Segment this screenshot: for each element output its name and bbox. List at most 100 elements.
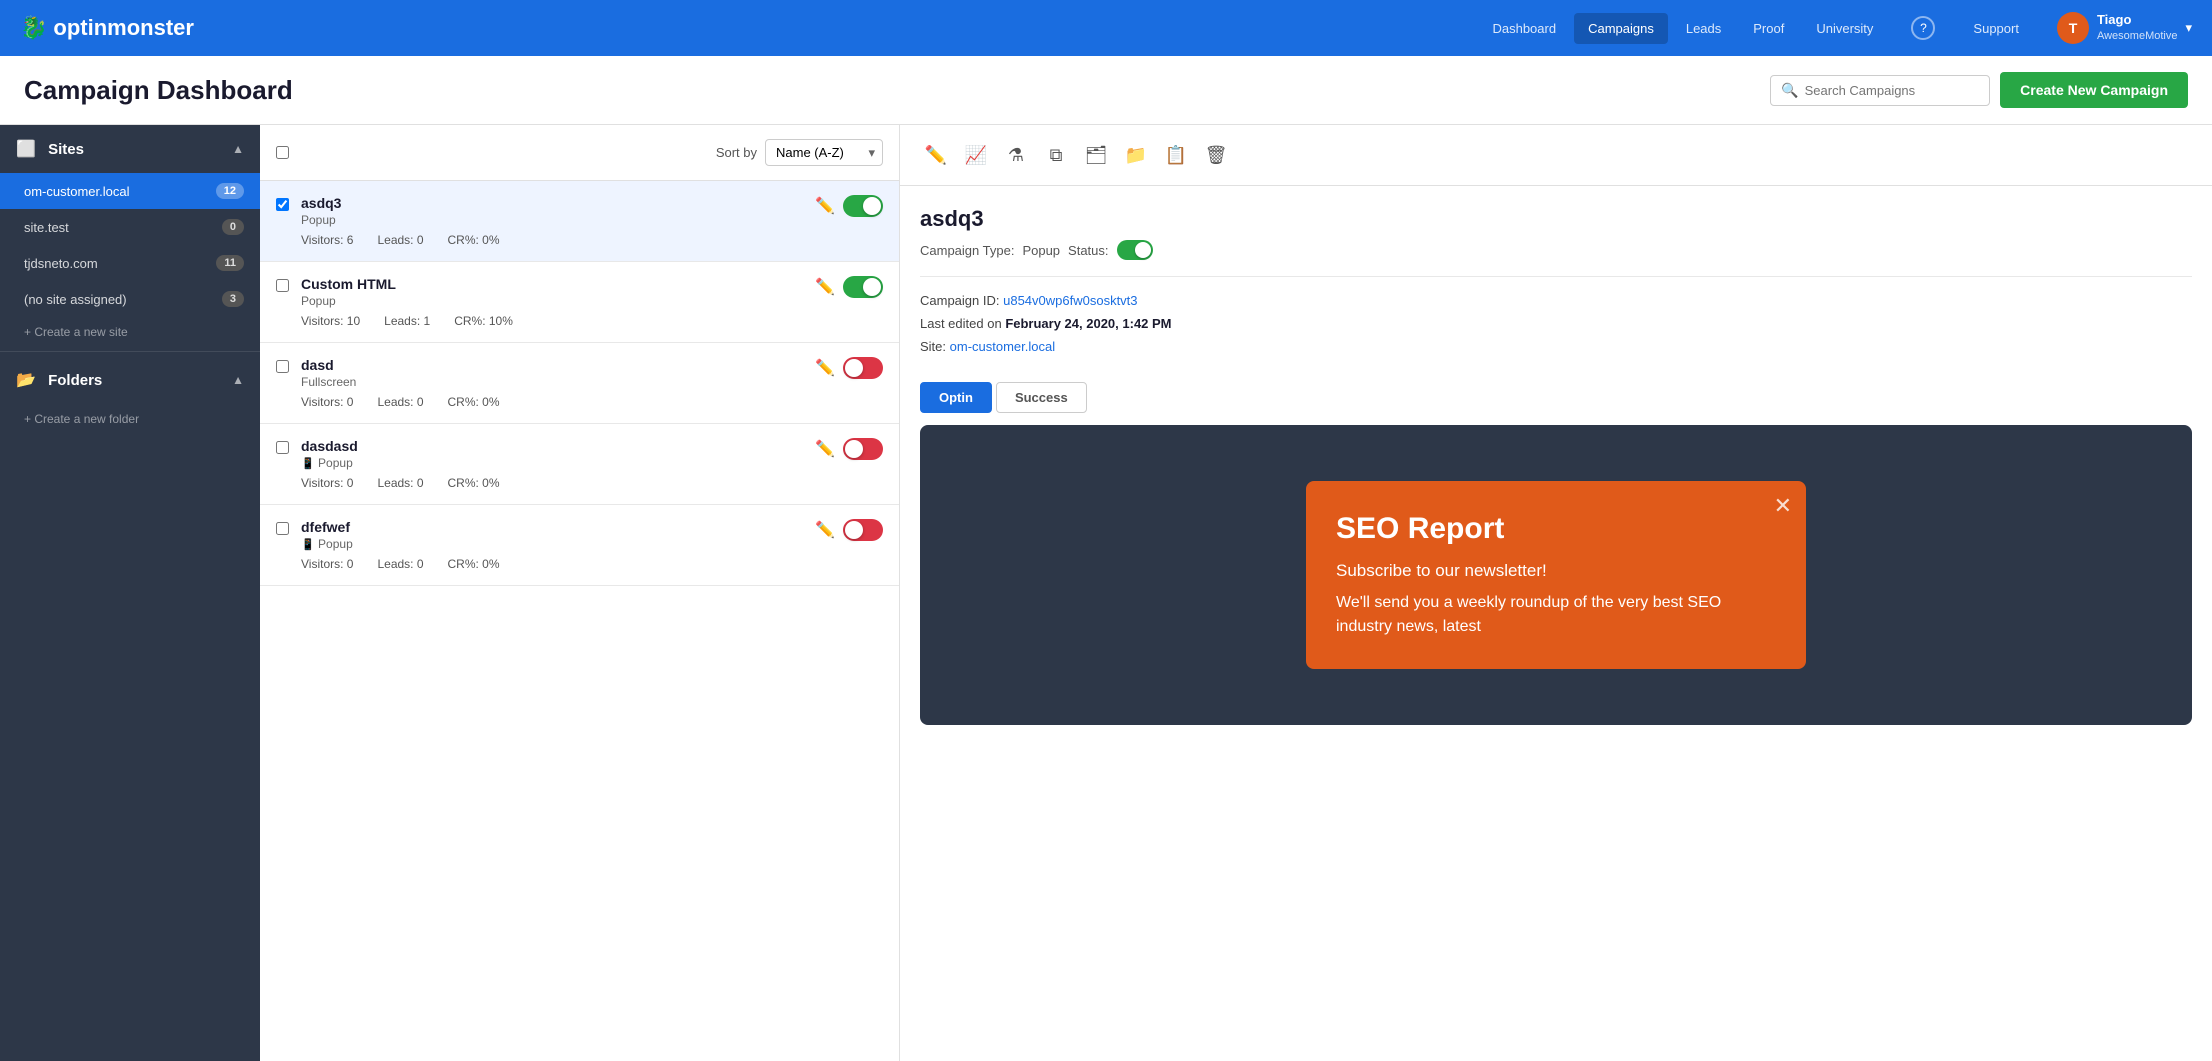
campaign-info: Custom HTML Popup Visitors: 10 Leads: 1 … [301, 276, 803, 328]
folders-label: Folders [48, 372, 102, 389]
detail-id-field: Campaign ID: u854v0wp6fw0sosktvt3 [920, 293, 2192, 308]
create-site-link[interactable]: + Create a new site [0, 317, 260, 347]
toggle-knob [845, 521, 863, 539]
campaign-toggle[interactable] [843, 519, 883, 541]
sidebar-item-site_test[interactable]: site.test0 [0, 209, 260, 245]
campaign-row[interactable]: asdq3 Popup Visitors: 6 Leads: 0 CR%: 0%… [260, 181, 899, 262]
preview-tabs: Optin Success [900, 382, 2212, 425]
archive-toolbar-icon[interactable]: 🗂 [1080, 139, 1112, 171]
search-input[interactable] [1805, 83, 1980, 98]
delete-toolbar-icon[interactable]: 🗑 [1200, 139, 1232, 171]
nav-link-campaigns[interactable]: Campaigns [1574, 13, 1668, 44]
folders-section-header[interactable]: 📂 Folders ▲ [0, 356, 260, 404]
sort-select[interactable]: Name (A-Z) Name (Z-A) Date Created Last … [765, 139, 883, 166]
analytics-toolbar-icon[interactable]: 📈 [960, 139, 992, 171]
campaign-edit-icon[interactable]: ✏️ [815, 358, 835, 378]
campaign-toggle[interactable] [843, 438, 883, 460]
sidebar-item-om_customer_local[interactable]: om-customer.local12 [0, 173, 260, 209]
detail-id-label: Campaign ID: [920, 293, 999, 308]
sidebar: ⬜ Sites ▲ om-customer.local12site.test0t… [0, 125, 260, 1061]
nav-links: DashboardCampaignsLeadsProofUniversity [1478, 13, 1887, 44]
move-toolbar-icon[interactable]: 📁 [1120, 139, 1152, 171]
detail-id-link[interactable]: u854v0wp6fw0sosktvt3 [1003, 293, 1137, 308]
detail-toolbar: ✏️📈⚗⧉🗂📁📋🗑 [900, 125, 2212, 186]
campaign-checkbox[interactable] [276, 360, 289, 373]
support-link[interactable]: Support [1959, 13, 2033, 44]
sites-label: Sites [48, 141, 84, 158]
edit-toolbar-icon[interactable]: ✏️ [920, 139, 952, 171]
preview-close-icon[interactable]: ✕ [1774, 493, 1792, 519]
sidebar-item-_no_site_assigned_[interactable]: (no site assigned) 3 [0, 281, 260, 317]
campaign-toggle[interactable] [843, 276, 883, 298]
detail-edited-date: February 24, 2020, 1:42 PM [1005, 316, 1171, 331]
preview-body: We'll send you a weekly roundup of the v… [1336, 591, 1776, 639]
campaign-cr: CR%: 0% [448, 476, 500, 490]
campaign-checkbox[interactable] [276, 441, 289, 454]
campaign-toggle[interactable] [843, 357, 883, 379]
campaign-edit-icon[interactable]: ✏️ [815, 520, 835, 540]
create-folder-link[interactable]: + Create a new folder [0, 404, 260, 434]
toggle-knob [863, 278, 881, 296]
campaign-stats: Visitors: 0 Leads: 0 CR%: 0% [301, 557, 803, 571]
campaign-row[interactable]: dfefwef 📱 Popup Visitors: 0 Leads: 0 CR%… [260, 505, 899, 586]
logo[interactable]: 🐉 optinmonster [20, 15, 194, 41]
campaign-row[interactable]: dasd Fullscreen Visitors: 0 Leads: 0 CR%… [260, 343, 899, 424]
toggle-knob [845, 359, 863, 377]
nav-link-leads[interactable]: Leads [1672, 13, 1735, 44]
campaign-toggle[interactable] [843, 195, 883, 217]
sidebar-sites-list: om-customer.local12site.test0tjdsneto.co… [0, 173, 260, 317]
campaign-type: 📱 Popup [301, 456, 803, 470]
folders-chevron-icon: ▲ [232, 373, 244, 387]
campaign-type: Fullscreen [301, 375, 803, 389]
sort-bar: Sort by Name (A-Z) Name (Z-A) Date Creat… [260, 125, 899, 181]
tab-optin[interactable]: Optin [920, 382, 992, 413]
campaign-checkbox[interactable] [276, 522, 289, 535]
detail-status-toggle[interactable] [1117, 240, 1153, 260]
detail-site-field: Site: om-customer.local [920, 339, 2192, 354]
create-campaign-button[interactable]: Create New Campaign [2000, 72, 2188, 108]
select-all-checkbox[interactable] [276, 146, 289, 159]
help-button[interactable]: ? [1911, 16, 1935, 40]
export-toolbar-icon[interactable]: 📋 [1160, 139, 1192, 171]
sidebar-item-tjdsneto_com[interactable]: tjdsneto.com11 [0, 245, 260, 281]
sites-section-header[interactable]: ⬜ Sites ▲ [0, 125, 260, 173]
campaign-actions: ✏️ [815, 438, 883, 460]
user-info: Tiago AwesomeMotive [2097, 12, 2178, 43]
top-nav: 🐉 optinmonster DashboardCampaignsLeadsPr… [0, 0, 2212, 56]
nav-link-university[interactable]: University [1802, 13, 1887, 44]
campaign-type: 📱 Popup [301, 537, 803, 551]
copy-toolbar-icon[interactable]: ⧉ [1040, 139, 1072, 171]
toggle-knob [845, 440, 863, 458]
campaign-edit-icon[interactable]: ✏️ [815, 196, 835, 216]
user-menu[interactable]: T Tiago AwesomeMotive ▾ [2057, 12, 2192, 44]
tab-success[interactable]: Success [996, 382, 1087, 413]
sidebar-item-badge: 3 [222, 291, 244, 307]
sidebar-item-label: (no site assigned) [24, 292, 127, 307]
campaign-visitors: Visitors: 10 [301, 314, 360, 328]
campaign-leads: Leads: 0 [377, 395, 423, 409]
campaign-stats: Visitors: 6 Leads: 0 CR%: 0% [301, 233, 803, 247]
campaign-stats: Visitors: 0 Leads: 0 CR%: 0% [301, 476, 803, 490]
campaign-checkbox[interactable] [276, 198, 289, 211]
preview-area: ✕ SEO Report Subscribe to our newsletter… [920, 425, 2192, 725]
campaign-edit-icon[interactable]: ✏️ [815, 439, 835, 459]
avatar: T [2057, 12, 2089, 44]
detail-info: asdq3 Campaign Type: Popup Status: Campa… [900, 186, 2212, 382]
nav-link-proof[interactable]: Proof [1739, 13, 1798, 44]
detail-status-knob [1135, 242, 1151, 258]
detail-type-label: Campaign Type: [920, 243, 1014, 258]
filter-toolbar-icon[interactable]: ⚗ [1000, 139, 1032, 171]
campaign-cr: CR%: 0% [448, 233, 500, 247]
campaign-stats: Visitors: 0 Leads: 0 CR%: 0% [301, 395, 803, 409]
sort-label: Sort by [716, 145, 757, 160]
campaign-row[interactable]: dasdasd 📱 Popup Visitors: 0 Leads: 0 CR%… [260, 424, 899, 505]
sidebar-item-label: om-customer.local [24, 184, 129, 199]
campaign-checkbox[interactable] [276, 279, 289, 292]
nav-link-dashboard[interactable]: Dashboard [1478, 13, 1570, 44]
campaign-edit-icon[interactable]: ✏️ [815, 277, 835, 297]
campaign-row[interactable]: Custom HTML Popup Visitors: 10 Leads: 1 … [260, 262, 899, 343]
page-title: Campaign Dashboard [24, 75, 293, 106]
detail-site-link[interactable]: om-customer.local [950, 339, 1055, 354]
campaign-actions: ✏️ [815, 195, 883, 217]
campaign-leads: Leads: 0 [377, 476, 423, 490]
